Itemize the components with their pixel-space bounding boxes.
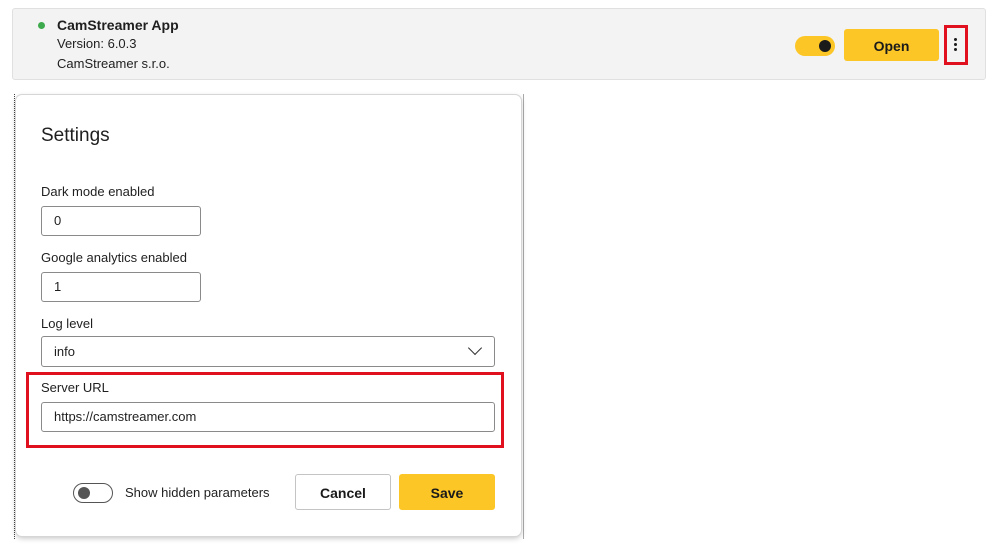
show-hidden-toggle[interactable] xyxy=(73,483,113,503)
dark-mode-label: Dark mode enabled xyxy=(41,184,155,199)
app-version: Version: 6.0.3 xyxy=(57,36,137,51)
server-url-input[interactable]: https://camstreamer.com xyxy=(41,402,495,432)
more-vertical-icon xyxy=(954,38,958,53)
log-level-select[interactable]: info xyxy=(41,336,495,367)
toggle-knob xyxy=(819,40,831,52)
log-level-label: Log level xyxy=(41,316,94,331)
show-hidden-label: Show hidden parameters xyxy=(125,485,270,500)
google-analytics-label: Google analytics enabled xyxy=(41,250,187,265)
app-vendor: CamStreamer s.r.o. xyxy=(57,56,170,71)
save-button[interactable]: Save xyxy=(399,474,495,510)
app-name: CamStreamer App xyxy=(57,17,179,33)
settings-dialog: Settings Dark mode enabled 0 Google anal… xyxy=(16,95,521,536)
dialog-title: Settings xyxy=(41,125,110,146)
app-enabled-toggle[interactable] xyxy=(795,36,835,56)
open-button[interactable]: Open xyxy=(844,29,939,61)
cancel-button[interactable]: Cancel xyxy=(295,474,391,510)
status-indicator-icon xyxy=(38,22,45,29)
more-options-button[interactable] xyxy=(944,25,968,65)
log-level-value: info xyxy=(54,344,75,359)
dark-mode-input[interactable]: 0 xyxy=(41,206,201,236)
app-card: CamStreamer App Version: 6.0.3 CamStream… xyxy=(12,8,986,80)
chevron-down-icon xyxy=(467,340,483,356)
server-url-label: Server URL xyxy=(41,380,109,395)
google-analytics-input[interactable]: 1 xyxy=(41,272,201,302)
toggle-knob xyxy=(78,487,90,499)
